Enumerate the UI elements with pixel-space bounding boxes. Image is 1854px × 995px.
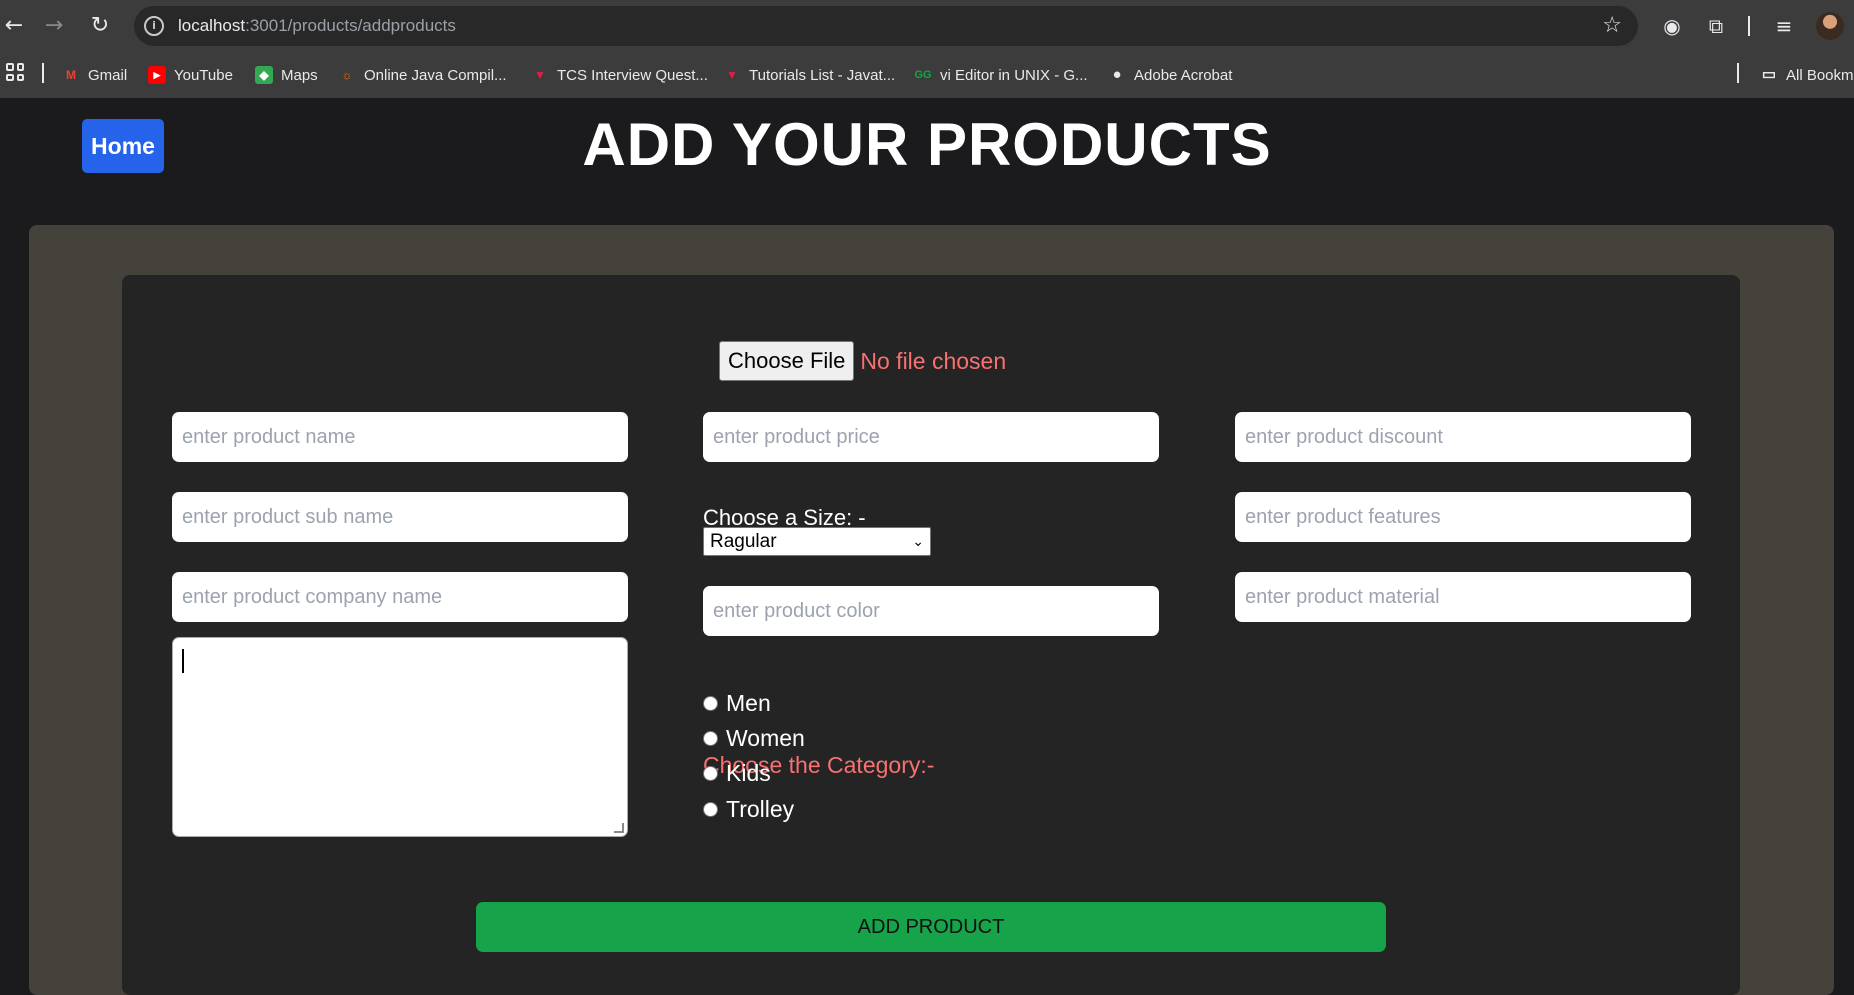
all-bookmarks-folder[interactable]: ▭ All Bookm (1760, 63, 1854, 87)
product-material-input[interactable] (1235, 572, 1691, 622)
radio-button[interactable] (703, 801, 718, 817)
category-radio-men[interactable]: Men (703, 688, 771, 718)
bookmark-gmail[interactable]: M Gmail (62, 63, 127, 87)
product-price-input[interactable] (703, 412, 1159, 462)
page-title: ADD YOUR PRODUCTS (582, 111, 1272, 178)
site-info-icon[interactable]: i (144, 16, 164, 36)
back-arrow-icon[interactable]: ← (0, 12, 28, 40)
bookmark-maps[interactable]: ◆ Maps (255, 63, 318, 87)
product-features-input[interactable] (1235, 492, 1691, 542)
add-product-button[interactable]: ADD PRODUCT (476, 902, 1386, 952)
bookmark-tcs-interview[interactable]: ▼ TCS Interview Quest... (531, 63, 708, 87)
no-file-text: No file chosen (860, 347, 1007, 374)
profile-avatar[interactable] (1816, 12, 1844, 40)
url-text[interactable]: localhost:3001/products/addproducts (178, 14, 456, 38)
reload-icon[interactable]: ↻ (86, 12, 114, 40)
v-logo-icon: ▼ (726, 68, 738, 82)
category-radio-trolley[interactable]: Trolley (703, 794, 794, 824)
toolbar-divider (1748, 16, 1750, 36)
gmail-icon: M (66, 68, 76, 82)
product-discount-input[interactable] (1235, 412, 1691, 462)
browser-chrome: ← → ↻ i localhost:3001/products/addprodu… (0, 0, 1854, 98)
company-name-input[interactable] (172, 572, 628, 622)
browser-toolbar: ← → ↻ i localhost:3001/products/addprodu… (0, 0, 1854, 52)
radio-button[interactable] (703, 765, 718, 781)
bookmarks-right-divider (1737, 63, 1739, 83)
chevron-down-icon: ⌄ (912, 533, 924, 549)
file-input[interactable]: Choose File No file chosen (719, 341, 1006, 381)
product-color-input[interactable] (703, 586, 1159, 636)
category-radio-women[interactable]: Women (703, 723, 805, 753)
sun-icon: ☼ (341, 68, 353, 82)
gfg-icon: GG (914, 69, 932, 81)
maps-icon: ◆ (255, 66, 273, 84)
text-caret (182, 649, 184, 673)
v-logo-icon: ▼ (534, 68, 546, 82)
youtube-icon: ▶ (148, 66, 166, 84)
bookmark-tutorials-list[interactable]: ▼ Tutorials List - Javat... (723, 63, 895, 87)
globe-icon: ● (1112, 66, 1122, 83)
bookmark-vi-editor[interactable]: GG vi Editor in UNIX - G... (914, 63, 1087, 87)
resize-handle[interactable] (614, 823, 624, 833)
product-description-textarea[interactable] (172, 637, 628, 837)
media-control-icon[interactable]: ≡ (1770, 12, 1798, 40)
radio-button[interactable] (703, 730, 718, 746)
extensions-puzzle-icon[interactable]: ⧉ (1702, 12, 1730, 40)
product-sub-name-input[interactable] (172, 492, 628, 542)
bookmark-adobe-acrobat[interactable]: ● Adobe Acrobat (1108, 63, 1232, 87)
category-radio-kids[interactable]: Kids (703, 758, 771, 788)
bookmark-youtube[interactable]: ▶ YouTube (148, 63, 233, 87)
choose-file-button[interactable]: Choose File (719, 341, 855, 381)
folder-icon: ▭ (1761, 66, 1777, 83)
extension-target-icon[interactable]: ◉ (1658, 12, 1686, 40)
bookmarks-bar: M Gmail ▶ YouTube ◆ Maps ☼ Online Java C… (0, 52, 1854, 98)
bookmark-online-java-compiler[interactable]: ☼ Online Java Compil... (338, 63, 507, 87)
forward-arrow-icon[interactable]: → (40, 12, 68, 40)
product-name-input[interactable] (172, 412, 628, 462)
address-bar[interactable]: i localhost:3001/products/addproducts ☆ (134, 6, 1638, 46)
size-select[interactable]: Ragular ⌄ (703, 527, 931, 556)
bookmark-star-icon[interactable]: ☆ (1602, 12, 1622, 40)
radio-button[interactable] (703, 695, 718, 711)
